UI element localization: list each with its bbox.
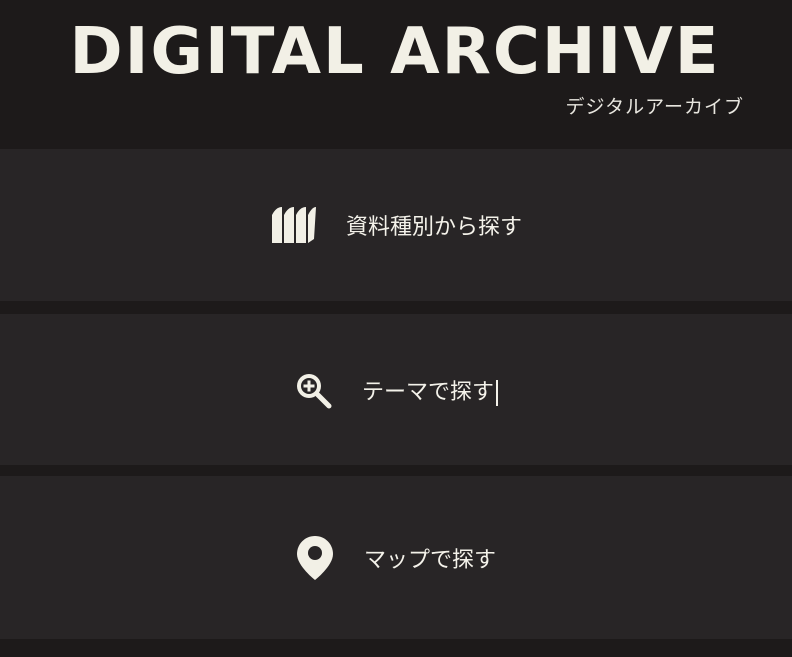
site-title[interactable]: DIGITAL ARCHIVE [44,14,746,90]
text-cursor [496,379,498,406]
menu-label-map: マップで探す [363,547,496,573]
magnifier-plus-icon [294,371,332,409]
books-icon [270,205,316,245]
menu-item-map[interactable]: マップで探す [0,476,792,639]
menu-label-theme: テーマで探す [362,374,498,406]
site-header: DIGITAL ARCHIVE デジタルアーカイブ [0,0,792,148]
menu-label-material-type: 資料種別から探す [345,215,522,240]
menu-label-theme-text: テーマで探す [361,379,494,405]
map-pin-icon [296,535,334,581]
site-subtitle: デジタルアーカイブ [565,96,744,118]
menu-item-material-type[interactable]: 資料種別から探す [0,149,792,301]
menu-item-theme[interactable]: テーマで探す [0,314,792,465]
